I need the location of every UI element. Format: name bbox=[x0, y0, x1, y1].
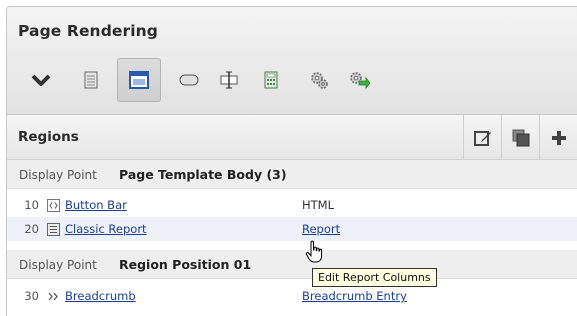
gears-icon bbox=[311, 72, 328, 89]
display-point-name[interactable]: Region Position 01 bbox=[119, 257, 251, 272]
display-point-group: Display Point Region Position 01 bbox=[7, 250, 577, 279]
page-view-button[interactable] bbox=[69, 58, 113, 102]
regions-title: Regions bbox=[18, 129, 79, 145]
region-row: 30 Breadcrumb Breadcrumb Entry bbox=[7, 284, 577, 308]
add-icon bbox=[551, 130, 566, 145]
regions-bar: Regions bbox=[7, 115, 577, 160]
processes-view-button[interactable] bbox=[297, 58, 341, 102]
breadcrumb-icon bbox=[46, 289, 60, 303]
button-icon bbox=[179, 74, 199, 86]
calculator-icon bbox=[264, 71, 278, 89]
region-row: 10 Button Bar HTML bbox=[7, 193, 577, 217]
button-bar-icon bbox=[46, 198, 60, 212]
region-sequence: 30 bbox=[24, 289, 39, 303]
region-name-link[interactable]: Button Bar bbox=[65, 198, 127, 212]
display-point-name[interactable]: Page Template Body (3) bbox=[119, 167, 287, 182]
buttons-view-button[interactable] bbox=[167, 58, 211, 102]
gear-arrow-icon bbox=[350, 72, 370, 90]
region-icon bbox=[129, 71, 149, 89]
region-sequence: 10 bbox=[24, 198, 39, 212]
hand-cursor-icon bbox=[305, 240, 323, 263]
edit-regions-button[interactable] bbox=[463, 115, 501, 160]
panel-title: Page Rendering bbox=[18, 22, 158, 40]
branches-view-button[interactable] bbox=[337, 58, 381, 102]
report-icon bbox=[46, 222, 60, 236]
region-name-link[interactable]: Classic Report bbox=[65, 222, 147, 236]
copy-icon bbox=[512, 129, 529, 146]
region-name-link[interactable]: Breadcrumb bbox=[65, 289, 136, 303]
display-point-label: Display Point bbox=[19, 168, 97, 182]
edit-icon bbox=[473, 130, 491, 146]
region-sequence: 20 bbox=[24, 222, 39, 236]
region-type-link[interactable]: Report bbox=[302, 222, 340, 236]
regions-view-button[interactable] bbox=[117, 58, 161, 102]
add-region-button[interactable] bbox=[539, 115, 577, 160]
chevron-down-icon bbox=[31, 74, 51, 86]
items-view-button[interactable] bbox=[207, 58, 251, 102]
page-rendering-panel: Page Rendering Regions Display Point Pag… bbox=[6, 6, 577, 316]
page-icon bbox=[84, 71, 98, 89]
region-type: HTML bbox=[302, 198, 335, 212]
panel-header: Page Rendering bbox=[7, 7, 577, 115]
copy-region-button[interactable] bbox=[501, 115, 539, 160]
tooltip: Edit Report Columns bbox=[312, 268, 437, 287]
item-icon bbox=[220, 71, 238, 89]
display-point-group: Display Point Page Template Body (3) bbox=[7, 160, 577, 189]
region-type-link[interactable]: Breadcrumb Entry bbox=[302, 289, 407, 303]
computations-view-button[interactable] bbox=[249, 58, 293, 102]
collapse-all-button[interactable] bbox=[19, 58, 63, 102]
display-point-label: Display Point bbox=[19, 258, 97, 272]
region-row: 20 Classic Report Report bbox=[7, 217, 577, 241]
